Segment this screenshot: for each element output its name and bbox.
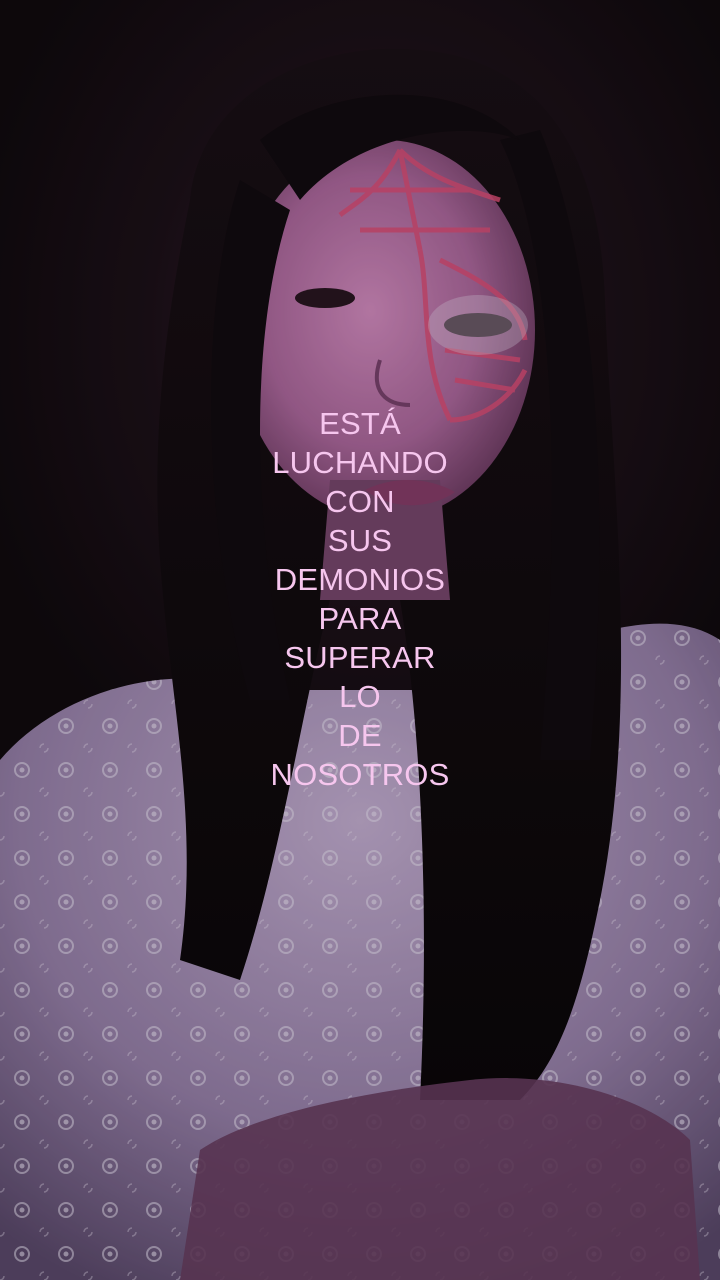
caption-line: CON — [325, 484, 395, 519]
caption-line: PARA — [318, 601, 402, 636]
caption-line: DEMONIOS — [274, 562, 446, 597]
caption-line: ESTÁ — [319, 406, 401, 441]
caption-text: ESTÁ LUCHANDO CON SUS DEMONIOS PARA SUPE… — [210, 404, 510, 794]
caption-line: SUPERAR — [284, 640, 436, 675]
caption-line: NOSOTROS — [270, 757, 450, 792]
caption-line: LUCHANDO — [272, 445, 448, 480]
caption-line: SUS — [327, 523, 393, 558]
caption-line: DE — [338, 718, 382, 753]
video-frame: ESTÁ LUCHANDO CON SUS DEMONIOS PARA SUPE… — [0, 0, 720, 1280]
caption-line: LO — [339, 679, 381, 714]
